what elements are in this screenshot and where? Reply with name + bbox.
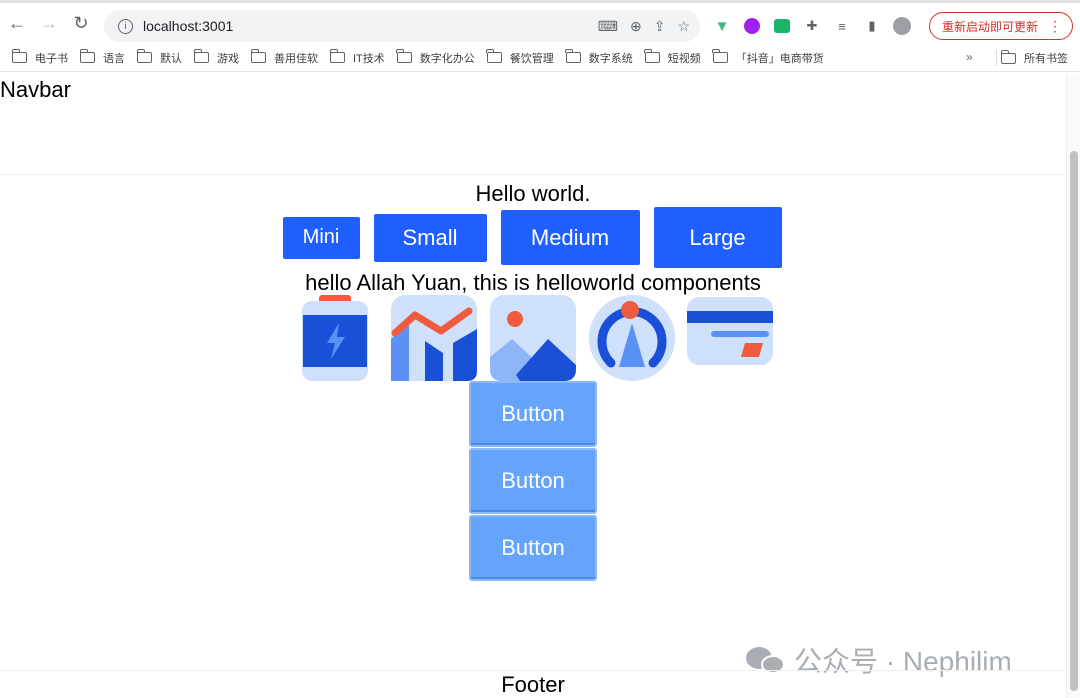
folder-icon [329,49,345,63]
folder-icon [193,49,209,63]
zoom-icon[interactable]: ⊕ [630,18,642,35]
stack-button[interactable]: Button [469,448,597,514]
folder-icon [250,49,266,63]
button-stack: Button Button Button [469,381,597,582]
large-button[interactable]: Large [653,207,782,268]
translate-icon[interactable]: ⌨ [598,18,618,35]
profile-avatar-icon[interactable] [892,16,912,36]
folder-icon [11,49,27,63]
small-button[interactable]: Small [373,213,487,262]
folder-icon [486,49,502,63]
all-bookmarks-button[interactable]: 所有书签 [996,49,1068,66]
medium-button[interactable]: Medium [500,210,640,265]
extension-green-icon[interactable] [772,16,792,36]
bookmark-folder[interactable]: 电子书 [11,49,68,66]
scrollbar-thumb[interactable] [1070,151,1078,691]
bookmark-folder[interactable]: 善用佳软 [250,49,318,66]
navbar: Navbar [0,73,1066,175]
folder-icon [1000,49,1016,64]
folder-icon [396,49,412,63]
url-text[interactable]: localhost:3001 [143,18,233,34]
bookmark-folder[interactable]: 数字化办公 [396,49,475,66]
battery-charging-icon [302,295,368,381]
bookmark-folder[interactable]: 数字系统 [565,49,633,66]
image-icon [490,295,576,381]
side-panel-icon[interactable]: ▮ [862,16,882,36]
compass-navigation-icon [589,295,675,381]
more-vert-icon[interactable]: ⋮ [1048,18,1062,35]
folder-icon [565,49,581,63]
extension-purple-icon[interactable] [742,16,762,36]
footer: Footer [0,670,1066,698]
reload-icon[interactable]: ↻ [66,9,96,39]
forward-icon[interactable]: → [34,9,64,39]
bookmark-folder[interactable]: 默认 [136,49,182,66]
bookmark-folder[interactable]: 游戏 [193,49,239,66]
share-icon[interactable]: ⇪ [654,18,666,35]
folder-icon [136,49,152,63]
bookmark-star-icon[interactable]: ☆ [677,18,690,35]
footer-text: Footer [501,672,565,697]
stack-button[interactable]: Button [469,515,597,581]
bookmarks-bar: 电子书 语言 默认 游戏 善用佳软 IT技术 数字化办公 餐饮管理 数字系统 短… [0,44,1080,72]
bookmark-folder[interactable]: 「抖音」电商带货 [712,49,824,66]
credit-card-icon [687,297,773,365]
site-info-icon[interactable]: i [118,18,133,34]
reading-list-icon[interactable]: ≡ [832,16,852,36]
line-bar-chart-icon [391,295,477,381]
page-scrollbar[interactable] [1066,73,1080,698]
mini-button[interactable]: Mini [282,216,360,259]
folder-icon [712,49,728,63]
address-bar[interactable]: i localhost:3001 ⌨ ⊕ ⇪ ☆ [104,10,700,42]
back-icon[interactable]: ← [2,9,32,39]
bookmark-folder[interactable]: 短视频 [644,49,701,66]
hello-text: Hello world. [475,181,591,206]
folder-icon [79,49,95,63]
stack-button[interactable]: Button [469,381,597,447]
icon-row [301,295,781,383]
bookmark-folder[interactable]: 餐饮管理 [486,49,554,66]
page-viewport: Navbar Hello world. Mini Small Medium La… [0,73,1080,698]
vue-devtools-icon[interactable]: ▼ [712,16,732,36]
update-button[interactable]: 重新启动即可更新 ⋮ [929,12,1073,40]
folder-icon [644,49,660,63]
extensions-puzzle-icon[interactable]: ✚ [802,16,822,36]
bookmarks-overflow-button[interactable]: » [966,50,973,64]
browser-toolbar: ← → ↻ i localhost:3001 ⌨ ⊕ ⇪ ☆ ▼ ✚ ≡ ▮ 重… [0,0,1080,44]
bookmark-folder[interactable]: IT技术 [329,49,385,66]
navbar-text: Navbar [0,77,71,102]
size-button-row: Mini Small Medium Large [0,207,1066,268]
component-subtitle: hello Allah Yuan, this is helloworld com… [305,270,761,295]
bookmark-folder[interactable]: 语言 [79,49,125,66]
